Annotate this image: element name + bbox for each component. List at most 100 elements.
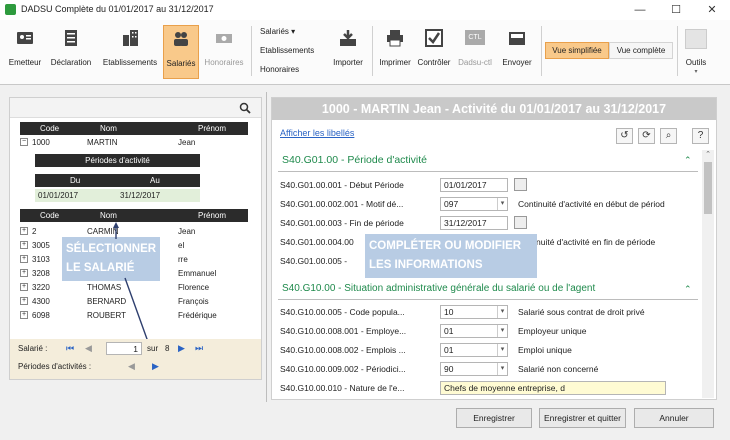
employee-index-input[interactable]: 1 [106, 342, 142, 355]
salaries-button[interactable]: Salariés [163, 25, 199, 79]
form-row: S40.G01.00.001 - Début Période 01/01/2017 [280, 176, 700, 194]
expand-icon[interactable]: + [20, 269, 28, 277]
select-field[interactable]: 01 ▾ [440, 343, 508, 357]
table-row[interactable]: +4300 BERNARD François [20, 295, 248, 308]
refresh-icon[interactable]: ⟳ [638, 128, 655, 144]
first-icon[interactable]: ⏮ [66, 343, 74, 354]
id-card-icon [17, 32, 33, 44]
checkbox-icon [425, 29, 443, 47]
select-field[interactable]: 90 ▾ [440, 362, 508, 376]
next-icon[interactable]: ▶ [178, 343, 185, 354]
menu-etablissements[interactable]: Etablissements [260, 46, 314, 55]
search-icon[interactable] [239, 102, 251, 114]
declaration-button[interactable]: Déclaration [46, 25, 96, 79]
section-title: S40.G01.00 - Période d'activité [282, 154, 428, 166]
table-row[interactable]: +3220 THOMAS Florence [20, 281, 248, 294]
envoyer-button[interactable]: Envoyer [497, 25, 537, 79]
period-next-icon[interactable]: ▶ [152, 361, 159, 372]
collapse-section-icon[interactable]: ⌃ [684, 155, 692, 166]
undo-icon[interactable]: ↺ [616, 128, 633, 144]
detail-header: 1000 - MARTIN Jean - Activité du 01/01/2… [272, 98, 716, 120]
calendar-icon[interactable] [514, 216, 527, 229]
help-icon[interactable]: ? [692, 128, 709, 144]
prev-icon[interactable]: ◀ [85, 343, 92, 354]
dropdown-arrow-icon[interactable]: ▾ [497, 363, 507, 375]
list-header: Code Nom Prénom [20, 122, 248, 135]
dropdown-arrow-icon[interactable]: ▾ [497, 198, 507, 210]
splitter[interactable] [266, 92, 267, 402]
detail-panel: 1000 - MARTIN Jean - Activité du 01/01/2… [271, 97, 717, 400]
users-icon [174, 32, 188, 46]
expand-icon[interactable]: + [20, 311, 28, 319]
collapse-section-icon[interactable]: ⌃ [684, 284, 692, 295]
importer-button[interactable]: Importer [328, 25, 368, 79]
table-row[interactable]: +6098 ROUBERT Frédérique [20, 309, 248, 322]
emetteur-button[interactable]: Emetteur [7, 25, 43, 79]
salarie-label: Salarié : [18, 344, 48, 353]
select-field[interactable]: 097 ▾ [440, 197, 508, 211]
field-label: S40.G01.00.003 - Fin de période [280, 218, 404, 228]
form-row: S40.G01.00.003 - Fin de période 31/12/201… [280, 214, 700, 232]
honoraires-button[interactable]: Honoraires [201, 25, 247, 79]
date-field[interactable]: 31/12/2017 [440, 216, 508, 230]
dadsu-ctl-button[interactable]: CTL Dadsu-ctl [454, 25, 496, 79]
imprimer-button[interactable]: Imprimer [376, 25, 414, 79]
list-header-2: Code Nom Prénom [20, 209, 248, 222]
section-divider [278, 299, 698, 300]
dropdown-arrow-icon[interactable]: ▾ [497, 325, 507, 337]
form-row: S40.G10.00.005 - Code popula... 10 ▾ Salari… [280, 303, 700, 321]
ctl-badge-icon: CTL [465, 30, 485, 45]
period-prev-icon[interactable]: ◀ [128, 361, 135, 372]
scrollbar-thumb[interactable] [704, 162, 712, 214]
menu-salaries[interactable]: Salariés ▾ [260, 27, 295, 36]
annuler-button[interactable]: Annuler [634, 408, 714, 428]
window-title: DADSU Complète du 01/01/2017 au 31/12/20… [21, 4, 214, 14]
col-nom[interactable]: Nom [100, 122, 117, 135]
controler-button[interactable]: Contrôler [415, 25, 453, 79]
select-field[interactable]: 10 ▾ [440, 305, 508, 319]
search-icon[interactable]: ⌕ [660, 128, 677, 144]
dropdown-arrow-icon[interactable]: ▾ [497, 344, 507, 356]
field-label: S40.G10.00.010 - Nature de l'e... [280, 383, 405, 393]
expand-icon[interactable]: + [20, 255, 28, 263]
maximize-button[interactable]: ☐ [658, 0, 694, 20]
enregistrer-button[interactable]: Enregistrer [456, 408, 532, 428]
printer-icon [387, 30, 403, 47]
select-field[interactable]: 01 ▾ [440, 324, 508, 338]
period-row[interactable]: 01/01/2017 31/12/2017 [35, 189, 200, 202]
minimize-button[interactable]: — [622, 0, 658, 20]
dropdown-arrow-icon[interactable]: ▾ [497, 306, 507, 318]
collapse-icon[interactable]: − [20, 138, 28, 146]
col-code[interactable]: Code [40, 122, 59, 135]
enregistrer-quitter-button[interactable]: Enregistrer et quitter [539, 408, 626, 428]
field-label: S40.G01.00.005 - [280, 256, 348, 266]
expand-icon[interactable]: + [20, 283, 28, 291]
expand-icon[interactable]: + [20, 241, 28, 249]
field-description: Continuité d'activité en début de périod [518, 199, 665, 209]
expand-icon[interactable]: + [20, 297, 28, 305]
annotation-select-employee: SÉLECTIONNER LE SALARIÉ [62, 237, 161, 281]
outils-button[interactable]: Outils ▾ [681, 25, 711, 79]
field-label: S40.G10.00.008.001 - Employe... [280, 326, 407, 336]
date-field[interactable]: 01/01/2017 [440, 178, 508, 192]
etablissements-button[interactable]: Etablissements [99, 25, 161, 79]
separator [541, 26, 542, 76]
show-labels-link[interactable]: Afficher les libellés [280, 128, 354, 138]
scrollbar[interactable]: ⌃ [702, 150, 714, 398]
expand-icon[interactable]: + [20, 227, 28, 235]
import-icon [340, 30, 356, 46]
vue-simplifiee-button[interactable]: Vue simplifiée [545, 42, 609, 59]
field-label: S40.G10.00.008.002 - Emplois ... [280, 345, 406, 355]
calendar-icon[interactable] [514, 178, 527, 191]
menu-honoraires[interactable]: Honoraires [260, 65, 299, 74]
document-stack-icon [65, 30, 77, 46]
table-row[interactable]: − 1000 MARTIN Jean [20, 136, 248, 149]
col-prenom[interactable]: Prénom [198, 122, 226, 135]
nav-bar: Salarié : ⏮ ◀ 1 sur 8 ▶ ⏭ Périodes d'act… [10, 339, 261, 379]
text-field[interactable]: Chefs de moyenne entreprise, d [440, 381, 666, 395]
vue-complete-button[interactable]: Vue complète [609, 42, 673, 59]
periods-title: Périodes d'activité [35, 154, 200, 167]
close-button[interactable]: ✕ [694, 0, 730, 20]
scroll-up-icon[interactable]: ⌃ [702, 150, 714, 160]
last-icon[interactable]: ⏭ [195, 343, 203, 354]
